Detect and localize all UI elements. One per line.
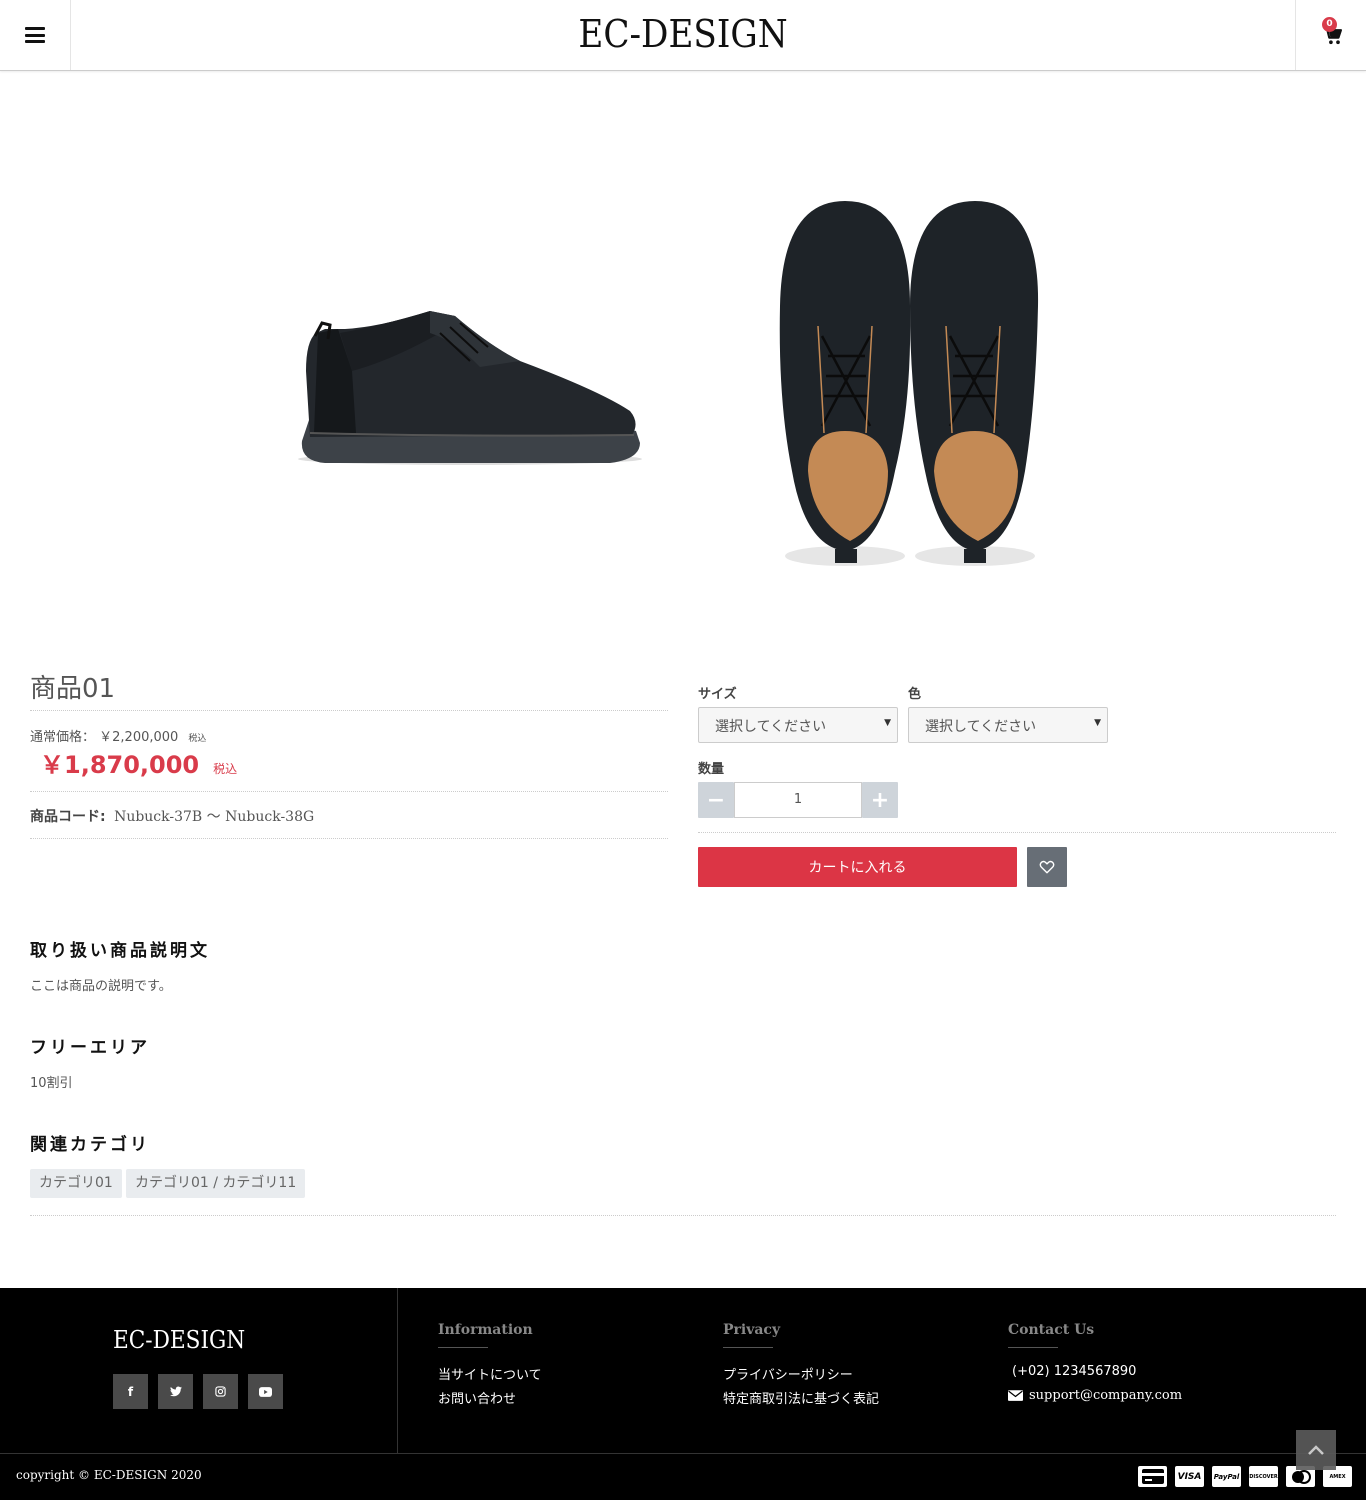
heart-icon [1039, 860, 1055, 874]
youtube-icon [259, 1386, 272, 1397]
footer-divider [397, 1288, 398, 1453]
footer-title-underline [438, 1347, 488, 1348]
footer-email[interactable]: support@company.com [1008, 1388, 1182, 1403]
footer-phone: (+02) 1234567890 [1012, 1364, 1137, 1379]
color-select-value: 選択してください [925, 719, 1037, 735]
divider [30, 1215, 1336, 1216]
footer-link-tokushoho[interactable]: 特定商取引法に基づく表記 [723, 1388, 879, 1407]
regular-price: 通常価格： ￥2,200,000 税込 [30, 726, 206, 745]
quantity-increase-button[interactable]: + [862, 782, 898, 818]
twitter-icon [169, 1386, 182, 1397]
envelope-icon [1008, 1390, 1023, 1401]
size-select[interactable]: 選択してください ▼ [698, 707, 898, 743]
sale-tax-label: 税込 [213, 762, 238, 776]
footer-title-underline [1008, 1347, 1058, 1348]
shoe-top-image [779, 201, 1039, 566]
product-code: 商品コード: Nubuck-37B ～ Nubuck-38G [30, 806, 314, 826]
footer-privacy-title: Privacy [723, 1322, 781, 1338]
footer-email-text: support@company.com [1029, 1388, 1183, 1403]
category-tag[interactable]: カテゴリ01 / カテゴリ11 [126, 1169, 306, 1198]
shoe-side-image [298, 311, 642, 465]
footer-link-privacy-policy[interactable]: プライバシーポリシー [723, 1364, 853, 1383]
related-category-title: 関連カテゴリ [30, 1135, 150, 1155]
divider [30, 838, 668, 839]
cart-count-badge: 0 [1322, 17, 1337, 32]
facebook-icon: f [127, 1384, 134, 1399]
dropdown-arrow-icon: ▼ [1094, 718, 1101, 728]
regular-price-value: ￥2,200,000 [99, 730, 179, 745]
color-select[interactable]: 選択してください ▼ [908, 707, 1108, 743]
sale-price: ￥1,870,000 税込 [40, 745, 237, 780]
product-gallery [0, 71, 1366, 651]
divider [30, 791, 668, 792]
product-code-value: Nubuck-37B ～ Nubuck-38G [114, 809, 315, 825]
description-text: ここは商品の説明です。 [30, 979, 172, 994]
cart-button[interactable]: 0 [1295, 0, 1366, 70]
site-logo[interactable]: EC-DESIGN [68, 12, 1297, 56]
color-label: 色 [908, 687, 922, 702]
credit-card-icon [1138, 1466, 1167, 1487]
footer-contact-title: Contact Us [1008, 1322, 1095, 1338]
product-code-label: 商品コード: [30, 809, 106, 825]
free-area-text: 10割引 [30, 1076, 73, 1091]
footer-link-contact[interactable]: お問い合わせ [438, 1388, 516, 1407]
paypal-icon: PayPal [1212, 1466, 1241, 1487]
regular-price-label: 通常価格： [30, 730, 96, 745]
add-to-cart-button[interactable]: カートに入れる [698, 847, 1017, 887]
youtube-button[interactable] [248, 1374, 283, 1409]
facebook-button[interactable]: f [113, 1374, 148, 1409]
footer-title-underline [723, 1347, 773, 1348]
quantity-input[interactable]: 1 [734, 782, 862, 818]
copyright-text: copyright © EC-DESIGN 2020 [16, 1468, 202, 1482]
description-title: 取り扱い商品説明文 [30, 941, 210, 961]
hamburger-icon [25, 27, 45, 43]
instagram-button[interactable] [203, 1374, 238, 1409]
footer-logo[interactable]: EC-DESIGN [113, 1326, 245, 1354]
site-header: EC-DESIGN 0 [0, 0, 1366, 71]
twitter-button[interactable] [158, 1374, 193, 1409]
category-tag[interactable]: カテゴリ01 [30, 1169, 122, 1198]
dropdown-arrow-icon: ▼ [884, 718, 891, 728]
site-footer: EC-DESIGN f Information 当サイトについて お問い合わせ … [0, 1288, 1366, 1500]
instagram-icon [215, 1386, 226, 1397]
product-title: 商品01 [30, 674, 116, 704]
regular-tax-label: 税込 [188, 734, 207, 744]
menu-button[interactable] [0, 0, 71, 70]
scroll-to-top-button[interactable] [1296, 1430, 1336, 1470]
product-image[interactable] [0, 71, 1366, 651]
free-area-title: フリーエリア [30, 1038, 150, 1058]
size-label: サイズ [698, 687, 737, 702]
divider [30, 710, 668, 711]
favorite-button[interactable] [1027, 847, 1067, 887]
sale-price-value: ￥1,870,000 [40, 751, 200, 779]
chevron-up-icon [1308, 1445, 1324, 1455]
quantity-decrease-button[interactable]: − [698, 782, 734, 818]
footer-information-title: Information [438, 1322, 533, 1338]
visa-icon: VISA [1175, 1466, 1204, 1487]
divider [698, 832, 1336, 833]
size-select-value: 選択してください [715, 719, 827, 735]
quantity-label: 数量 [698, 762, 725, 777]
footer-divider [0, 1453, 1366, 1454]
footer-link-about[interactable]: 当サイトについて [438, 1364, 542, 1383]
discover-icon: DISCOVER [1249, 1466, 1278, 1487]
